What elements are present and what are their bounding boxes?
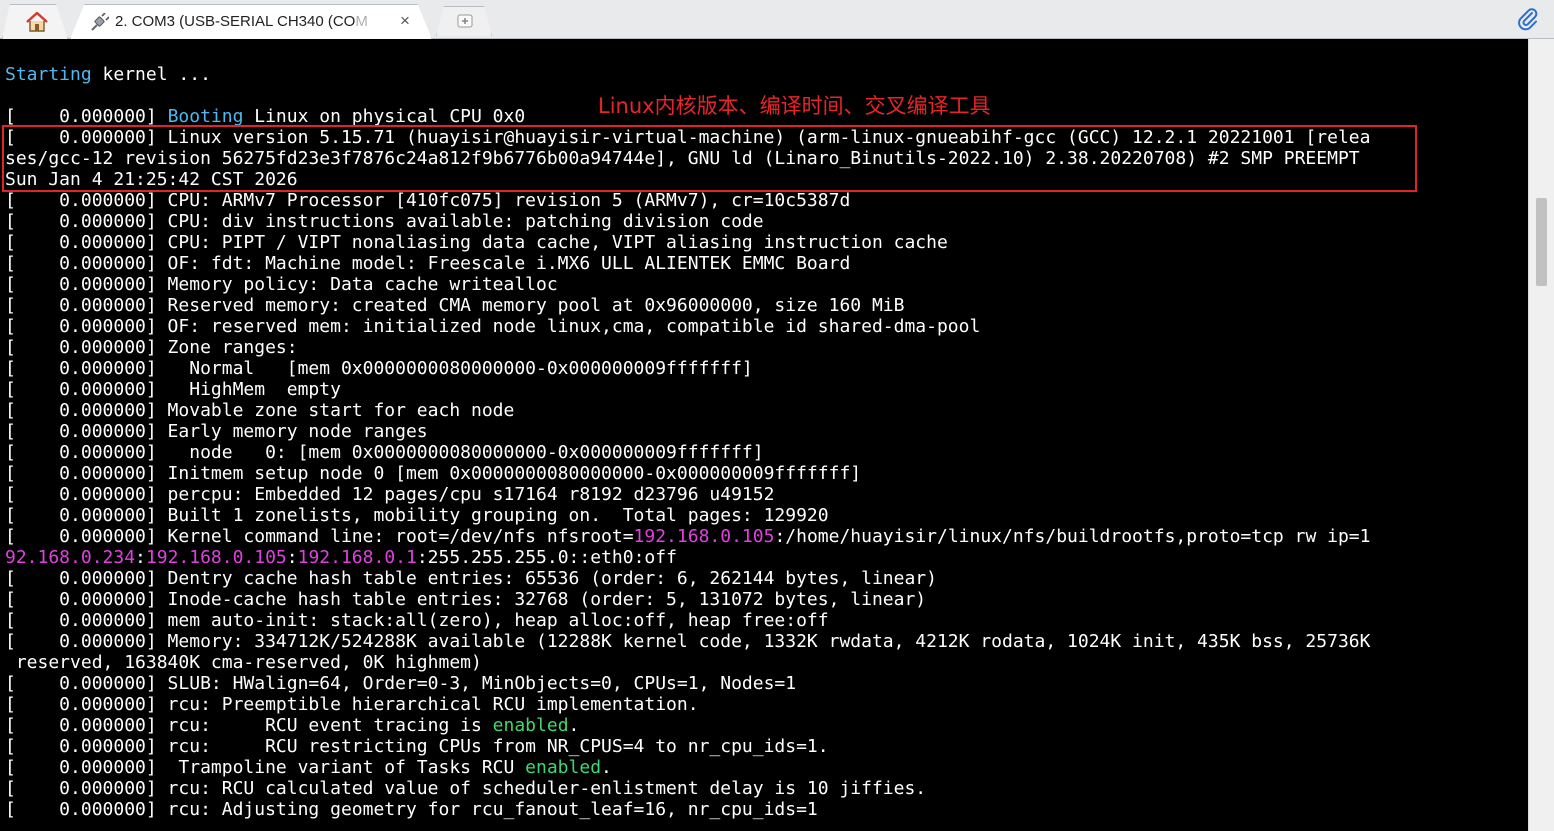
terminal-segment: [ 0.000000] Normal [mem 0x00000000800000…	[5, 358, 753, 379]
terminal-segment: [ 0.000000] rcu: RCU calculated value of…	[5, 778, 927, 799]
terminal-segment: .	[601, 757, 612, 778]
terminal-line: [ 0.000000] CPU: PIPT / VIPT nonaliasing…	[5, 232, 1370, 253]
terminal-line: [ 0.000000] Reserved memory: created CMA…	[5, 295, 1370, 316]
terminal-segment: [ 0.000000] Memory policy: Data cache wr…	[5, 274, 558, 295]
terminal-line: [ 0.000000] Early memory node ranges	[5, 421, 1370, 442]
terminal-segment: [ 0.000000] rcu: Preemptible hierarchica…	[5, 694, 699, 715]
annotation-label: Linux内核版本、编译时间、交叉编译工具	[598, 94, 991, 118]
terminal-segment: .	[568, 715, 580, 736]
terminal-segment: [ 0.000000] OF: reserved mem: initialize…	[5, 316, 981, 337]
scrollbar-thumb[interactable]	[1536, 198, 1547, 286]
terminal-segment: [ 0.000000] CPU: PIPT / VIPT nonaliasing…	[5, 232, 948, 253]
terminal-line: reserved, 163840K cma-reserved, 0K highm…	[5, 652, 1370, 673]
terminal-segment: Booting	[167, 106, 244, 127]
terminal-segment: [ 0.000000] mem auto-init: stack:all(zer…	[5, 610, 829, 631]
terminal-line: [ 0.000000] Dentry cache hash table entr…	[5, 568, 1370, 589]
home-icon	[26, 11, 48, 32]
annotation-highlight-box	[2, 125, 1417, 192]
terminal-segment: [ 0.000000] percpu: Embedded 12 pages/cp…	[5, 484, 775, 505]
terminal-line: [ 0.000000] CPU: ARMv7 Processor [410fc0…	[5, 190, 1370, 211]
tab-session-title-fade: M	[355, 13, 368, 30]
new-tab-button[interactable]	[436, 6, 492, 36]
terminal-line: [ 0.000000] Movable zone start for each …	[5, 400, 1370, 421]
terminal-segment: [ 0.000000] node 0: [mem 0x0000000080000…	[5, 442, 764, 463]
tab-bar: 2. COM3 (USB-SERIAL CH340 (COM ×	[0, 0, 1554, 39]
terminal-segment: [ 0.000000] CPU: ARMv7 Processor [410fc0…	[5, 190, 851, 211]
terminal-segment: 192.168.0.1	[297, 547, 417, 568]
terminal-segment: [ 0.000000] Dentry cache hash table entr…	[5, 568, 937, 589]
terminal-segment: :255.255.255.0::eth0:off	[416, 547, 677, 568]
terminal-line: [ 0.000000] SLUB: HWalign=64, Order=0-3,…	[5, 673, 1370, 694]
terminal-segment: [ 0.000000] Kernel command line: root=/d…	[5, 526, 634, 547]
terminal-segment: [ 0.000000] Built 1 zonelists, mobility …	[5, 505, 829, 526]
terminal-segment: [ 0.000000] OF: fdt: Machine model: Free…	[5, 253, 851, 274]
terminal-line: [ 0.000000] mem auto-init: stack:all(zer…	[5, 610, 1370, 631]
terminal-line: [ 0.000000] rcu: RCU event tracing is en…	[5, 715, 1370, 736]
terminal-segment: [ 0.000000] CPU: div instructions availa…	[5, 211, 764, 232]
tab-session-com3[interactable]: 2. COM3 (USB-SERIAL CH340 (COM ×	[70, 4, 432, 39]
terminal-line: [ 0.000000] Memory: 334712K/524288K avai…	[5, 631, 1370, 652]
tab-home[interactable]	[2, 4, 68, 39]
terminal-segment: [ 0.000000] HighMem empty	[5, 379, 341, 400]
terminal-line: [ 0.000000] OF: fdt: Machine model: Free…	[5, 253, 1370, 274]
terminal-line: [ 0.000000] rcu: RCU restricting CPUs fr…	[5, 736, 1370, 757]
paperclip-icon[interactable]	[1517, 7, 1539, 31]
terminal-segment: 92.168.0.234	[5, 547, 136, 568]
terminal-line: [ 0.000000] OF: reserved mem: initialize…	[5, 316, 1370, 337]
terminal-segment: [ 0.000000] Zone ranges:	[5, 337, 298, 358]
tab-session-title-text: 2. COM3 (USB-SERIAL CH340 (CO	[115, 13, 356, 30]
vertical-scrollbar[interactable]	[1528, 39, 1554, 831]
terminal-segment: :/home/huayisir/linux/nfs/buildrootfs,pr…	[774, 526, 1371, 547]
terminal-line: [ 0.000000] CPU: div instructions availa…	[5, 211, 1370, 232]
serial-plug-icon	[91, 13, 109, 31]
tab-session-title: 2. COM3 (USB-SERIAL CH340 (COM	[115, 13, 405, 30]
terminal-line: [ 0.000000] Memory policy: Data cache wr…	[5, 274, 1370, 295]
terminal-segment: enabled	[525, 757, 602, 778]
terminal-segment: [ 0.000000] rcu: RCU event tracing is	[5, 715, 493, 736]
terminal-segment: :	[286, 547, 298, 568]
terminal-segment: [ 0.000000] Movable zone start for each …	[5, 400, 515, 421]
terminal-line: [ 0.000000] Kernel command line: root=/d…	[5, 526, 1370, 547]
terminal-segment: Linux on physical CPU 0x0	[243, 106, 526, 127]
terminal-segment: [ 0.000000] Inode-cache hash table entri…	[5, 589, 927, 610]
terminal-segment: [ 0.000000] SLUB: HWalign=64, Order=0-3,…	[5, 673, 797, 694]
terminal-segment: [ 0.000000] Early memory node ranges	[5, 421, 428, 442]
terminal-line: [ 0.000000] rcu: Adjusting geometry for …	[5, 799, 1370, 820]
close-tab-button[interactable]: ×	[397, 11, 413, 30]
terminal-segment: reserved, 163840K cma-reserved, 0K highm…	[5, 652, 482, 673]
terminal-line: [ 0.000000] node 0: [mem 0x0000000080000…	[5, 442, 1370, 463]
terminal-line: [ 0.000000] Built 1 zonelists, mobility …	[5, 505, 1370, 526]
terminal-line: [ 0.000000] Inode-cache hash table entri…	[5, 589, 1370, 610]
terminal-line: [ 0.000000] Trampoline variant of Tasks …	[5, 757, 1370, 778]
terminal-segment: [ 0.000000]	[5, 106, 168, 127]
terminal-line: Starting kernel ...	[5, 64, 1370, 85]
terminal-line: 92.168.0.234:192.168.0.105:192.168.0.1:2…	[5, 547, 1370, 568]
terminal-segment: [ 0.000000] Trampoline variant of Tasks …	[5, 757, 526, 778]
terminal-segment: enabled	[492, 715, 569, 736]
terminal-segment: [ 0.000000] rcu: Adjusting geometry for …	[5, 799, 818, 820]
terminal-line: [ 0.000000] Initmem setup node 0 [mem 0x…	[5, 463, 1370, 484]
terminal-line: [ 0.000000] rcu: Preemptible hierarchica…	[5, 694, 1370, 715]
terminal-segment: [ 0.000000] Reserved memory: created CMA…	[5, 295, 905, 316]
terminal-segment: 192.168.0.105	[145, 547, 287, 568]
terminal-segment: :	[135, 547, 146, 568]
terminal-segment: 192.168.0.105	[633, 526, 775, 547]
terminal-line: [ 0.000000] rcu: RCU calculated value of…	[5, 778, 1370, 799]
new-tab-icon	[457, 14, 473, 28]
terminal-segment: [ 0.000000] rcu: RCU restricting CPUs fr…	[5, 736, 829, 757]
terminal-line: [ 0.000000] Zone ranges:	[5, 337, 1370, 358]
terminal-line: [ 0.000000] percpu: Embedded 12 pages/cp…	[5, 484, 1370, 505]
terminal-segment: Starting	[5, 64, 92, 85]
terminal-segment: [ 0.000000] Initmem setup node 0 [mem 0x…	[5, 463, 862, 484]
terminal-line: [ 0.000000] HighMem empty	[5, 379, 1370, 400]
terminal-segment: [ 0.000000] Memory: 334712K/524288K avai…	[5, 631, 1371, 652]
terminal-segment: kernel ...	[91, 64, 211, 85]
terminal-line: [ 0.000000] Normal [mem 0x00000000800000…	[5, 358, 1370, 379]
